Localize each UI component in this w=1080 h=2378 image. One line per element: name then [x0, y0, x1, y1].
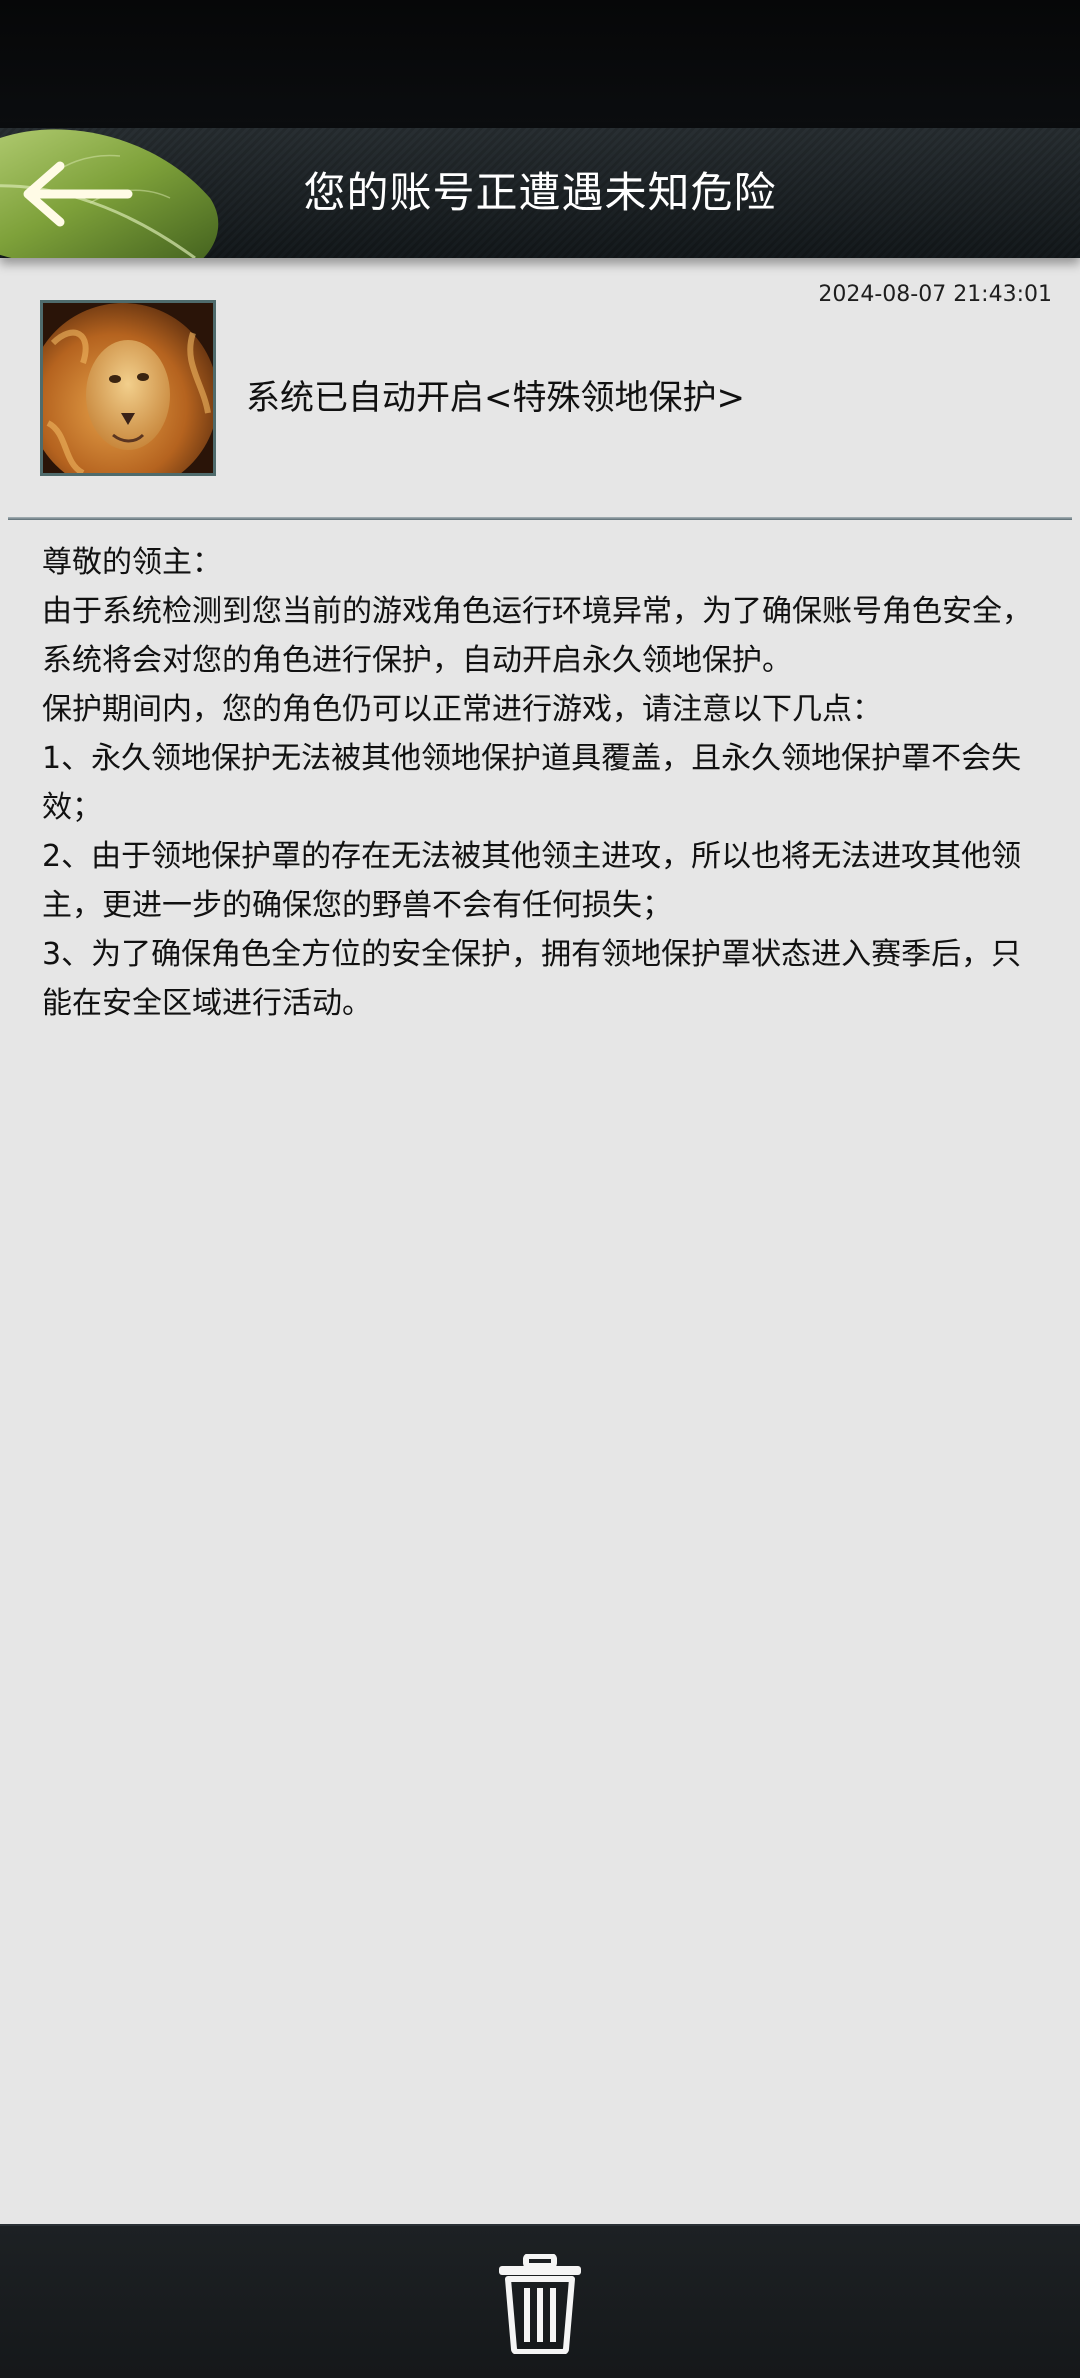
- lion-image: [43, 303, 213, 473]
- trash-icon: [499, 2253, 581, 2355]
- lion-avatar: [40, 300, 216, 476]
- message-subject: 系统已自动开启<特殊领地保护>: [246, 378, 745, 418]
- greeting: 尊敬的领主：: [42, 545, 222, 580]
- status-bar: [0, 0, 1080, 128]
- message-paragraph: 保护期间内，您的角色仍可以正常进行游戏，请注意以下几点：: [42, 692, 882, 727]
- page-title: 您的账号正遭遇未知危险: [303, 168, 777, 217]
- message-paragraph: 2、由于领地保护罩的存在无法被其他领主进攻，所以也将无法进攻其他领主，更进一步的…: [42, 839, 1022, 923]
- divider: [8, 517, 1072, 520]
- header-bar: 您的账号正遭遇未知危险: [0, 128, 1080, 258]
- message-paragraph: 由于系统检测到您当前的游戏角色运行环境异常，为了确保账号角色安全，系统将会对您的…: [42, 594, 1032, 678]
- message-paragraph: 1、永久领地保护无法被其他领地保护道具覆盖，且永久领地保护罩不会失效；: [42, 741, 1022, 825]
- message-body: 尊敬的领主： 由于系统检测到您当前的游戏角色运行环境异常，为了确保账号角色安全，…: [42, 538, 1042, 1028]
- back-arrow-icon: [23, 161, 133, 227]
- bottom-toolbar: [0, 2224, 1080, 2378]
- message-paragraph: 3、为了确保角色全方位的安全保护，拥有领地保护罩状态进入赛季后，只能在安全区域进…: [42, 937, 1022, 1021]
- message-timestamp: 2024-08-07 21:43:01: [818, 282, 1052, 307]
- delete-button[interactable]: [495, 2253, 585, 2355]
- back-button[interactable]: [20, 156, 140, 232]
